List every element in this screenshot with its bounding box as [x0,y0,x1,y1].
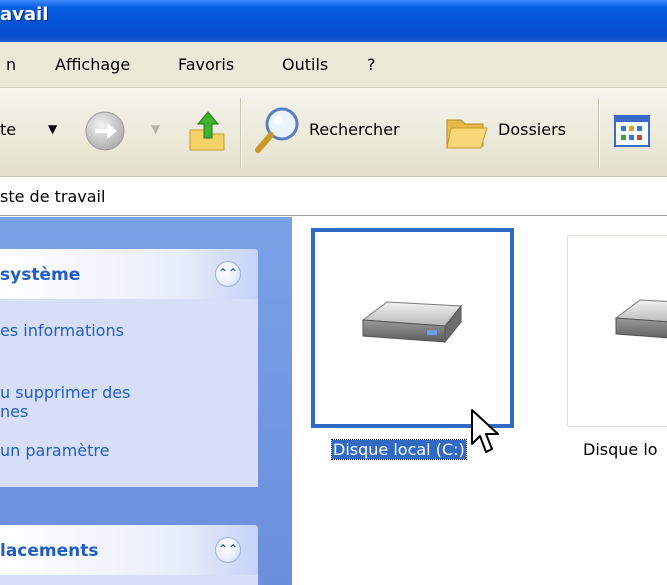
title-bar[interactable]: avail [0,0,667,42]
search-icon [255,107,299,153]
window-title: avail [0,4,49,25]
toolbar: te ▼ ▼ Rechercher Dossiers [0,88,667,177]
hard-drive-icon [614,299,667,339]
task-change-setting[interactable]: un paramètre [0,441,109,461]
content-area: Disque local (C:) Disque lo [292,217,667,585]
menu-favorites[interactable]: Favoris [178,55,234,74]
menu-help[interactable]: ? [367,55,376,74]
views-button[interactable] [613,112,653,150]
task-add-remove-programs[interactable]: u supprimer des [0,383,130,403]
menu-tools[interactable]: Outils [282,55,328,74]
collapse-chevron-icon[interactable]: ⌃⌃ [215,537,241,563]
hard-drive-icon [361,301,462,344]
forward-button[interactable] [84,110,126,152]
folders-button-icon-wrap[interactable] [443,110,491,154]
system-tasks-header[interactable]: système ⌃⌃ [0,249,258,299]
task-add-remove-programs-cont[interactable]: nes [0,402,28,422]
folders-icon [446,119,488,149]
mouse-cursor-icon [471,409,499,453]
back-dropdown-icon[interactable]: ▼ [48,122,57,136]
drive-c-label[interactable]: Disque local (C:) [331,439,467,460]
other-places-group: lacements ⌃⌃ [0,525,258,585]
search-button[interactable]: Rechercher [309,120,400,139]
other-places-title: lacements [0,541,99,561]
system-tasks-group: système ⌃⌃ es informations u supprimer d… [0,249,258,487]
menu-view[interactable]: Affichage [55,55,130,74]
up-folder-icon [189,111,225,151]
address-bar[interactable]: ste de travail [0,178,667,216]
task-view-system-info[interactable]: es informations [0,321,124,341]
collapse-chevron-icon[interactable]: ⌃⌃ [215,261,241,287]
forward-arrow-icon [85,111,125,151]
address-field[interactable]: ste de travail [0,187,105,206]
folders-button[interactable]: Dossiers [498,120,566,139]
search-button-icon-wrap[interactable] [252,104,302,156]
toolbar-separator [240,98,242,168]
other-places-header[interactable]: lacements ⌃⌃ [0,525,258,575]
drive-c-item[interactable] [311,228,514,428]
toolbar-separator [598,98,600,168]
up-folder-button[interactable] [186,108,228,154]
task-pane: système ⌃⌃ es informations u supprimer d… [0,217,292,585]
menu-bar: n Affichage Favoris Outils ? [0,42,667,88]
drive-d-label[interactable]: Disque lo [583,440,658,459]
views-icon [614,115,650,147]
back-button-label[interactable]: te [0,120,16,139]
drive-d-item[interactable] [567,235,667,427]
menu-file[interactable]: n [6,55,16,74]
forward-dropdown-icon[interactable]: ▼ [151,122,160,136]
system-tasks-title: système [0,265,81,285]
